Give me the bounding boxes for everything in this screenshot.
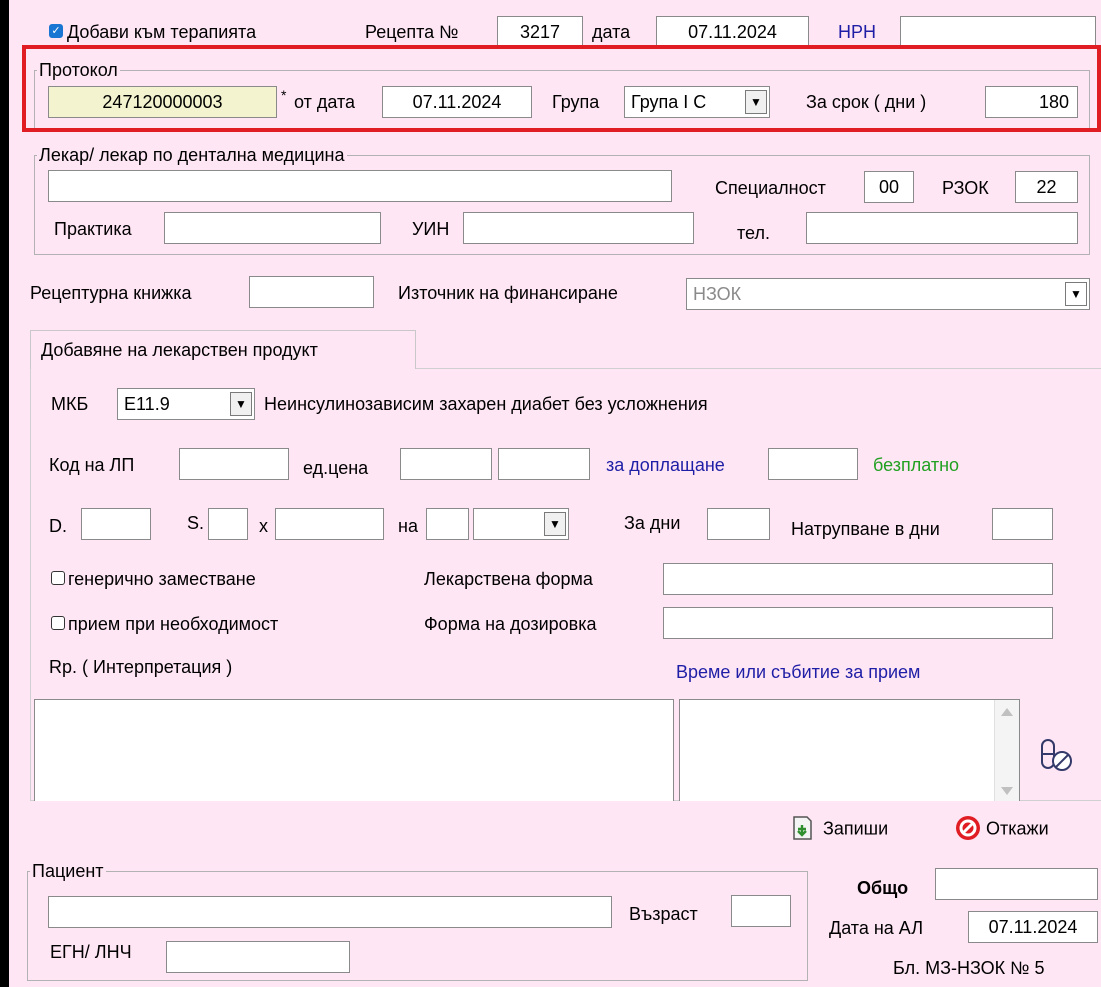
unit-price-label: ед.цена: [303, 458, 369, 478]
date-label: дата: [592, 22, 631, 42]
cancel-button[interactable]: Откажи: [954, 814, 1049, 842]
drug-form-field[interactable]: [663, 563, 1053, 595]
free-label: безплатно: [873, 455, 960, 475]
egn-field[interactable]: [166, 941, 350, 973]
scrollbar[interactable]: [994, 700, 1019, 801]
d-field[interactable]: [81, 508, 151, 540]
scroll-up-icon[interactable]: [1001, 708, 1013, 716]
per-label: на: [398, 516, 418, 536]
tab-add-product[interactable]: Добавяне на лекарствен продукт: [30, 330, 416, 369]
add-to-therapy-checkbox[interactable]: ✓: [49, 24, 63, 38]
unit-price-field[interactable]: [400, 448, 492, 480]
mkb-select[interactable]: E11.9 ▼: [117, 388, 255, 420]
age-field[interactable]: [731, 895, 791, 927]
practice-label: Практика: [54, 219, 132, 239]
accumulation-field[interactable]: [992, 508, 1053, 540]
al-date-field[interactable]: 07.11.2024: [968, 911, 1098, 943]
interpretation-textarea[interactable]: [34, 699, 674, 801]
accumulation-label: Натрупване в дни: [791, 519, 940, 539]
add-to-therapy-label: Добави към терапията: [67, 22, 257, 42]
s-field[interactable]: [208, 508, 248, 540]
specialty-field[interactable]: 00: [864, 171, 914, 203]
generic-substitution-checkbox[interactable]: [51, 571, 65, 585]
phone-label: тел.: [737, 223, 770, 243]
chevron-down-icon[interactable]: ▼: [230, 392, 252, 416]
doctor-name-field[interactable]: [48, 170, 672, 202]
product-code-field[interactable]: [179, 448, 289, 480]
cancel-label: Откажи: [986, 818, 1049, 839]
funding-label: Източник на финансиране: [398, 283, 618, 303]
x-field[interactable]: [275, 508, 384, 540]
scroll-down-icon[interactable]: [1001, 787, 1013, 795]
patient-legend: Пациент: [32, 861, 104, 881]
x-label: x: [259, 516, 268, 536]
mkb-description: Неинсулинозависим захарен диабет без усл…: [264, 394, 708, 414]
age-label: Възраст: [629, 904, 698, 924]
mkb-code: E11.9: [124, 394, 170, 414]
specialty-label: Специалност: [715, 178, 826, 198]
dosage-form-field[interactable]: [663, 607, 1053, 639]
as-needed-checkbox[interactable]: [51, 616, 65, 630]
s-label: S.: [187, 513, 205, 533]
funding-value: НЗОК: [693, 284, 742, 304]
uin-field[interactable]: [463, 212, 694, 244]
pill-cancel-icon[interactable]: [1038, 737, 1074, 773]
cancel-icon: [954, 814, 982, 842]
days-field[interactable]: [707, 508, 770, 540]
chevron-down-icon[interactable]: ▼: [544, 512, 566, 536]
per-field[interactable]: [426, 508, 469, 540]
as-needed-label: прием при необходимост: [68, 614, 279, 634]
form-number-label: Бл. МЗ-НЗОК № 5: [893, 958, 1045, 978]
highlight-box: [22, 45, 1101, 132]
chevron-down-icon[interactable]: ▼: [1065, 282, 1087, 306]
prescription-no-field[interactable]: 3217: [497, 16, 583, 48]
patient-name-field[interactable]: [48, 896, 612, 928]
window-left-edge: [0, 0, 9, 987]
uin-label: УИН: [412, 219, 450, 239]
per-unit-select[interactable]: ▼: [473, 508, 569, 540]
nrn-field[interactable]: [900, 16, 1096, 48]
nrn-label: НРН: [838, 22, 877, 42]
egn-label: ЕГН/ ЛНЧ: [50, 942, 132, 962]
total-label: Общо: [857, 878, 909, 898]
dosage-form-label: Форма на дозировка: [424, 614, 597, 634]
rp-label: Rp. ( Интерпретация ): [49, 657, 233, 677]
drug-form-label: Лекарствена форма: [424, 569, 593, 589]
total-field[interactable]: [935, 868, 1098, 900]
doctor-legend: Лекар/ лекар по дентална медицина: [39, 145, 345, 165]
save-button[interactable]: Запиши: [789, 814, 888, 841]
phone-field[interactable]: [806, 212, 1078, 244]
product-code-label: Код на ЛП: [49, 455, 135, 475]
days-label: За дни: [624, 513, 681, 533]
prescription-book-field[interactable]: [249, 276, 374, 308]
generic-substitution-label: генерично заместване: [68, 569, 256, 589]
rzok-label: РЗОК: [942, 178, 989, 198]
funding-select[interactable]: НЗОК ▼: [686, 278, 1090, 310]
mkb-label: МКБ: [51, 394, 89, 414]
al-date-label: Дата на АЛ: [829, 918, 924, 938]
rzok-field[interactable]: 22: [1015, 171, 1078, 203]
unit-price-field-2[interactable]: [498, 448, 590, 480]
d-label: D.: [49, 516, 67, 536]
prescription-book-label: Рецептурна книжка: [30, 283, 192, 303]
prescription-no-label: Рецепта №: [365, 22, 459, 42]
date-field[interactable]: 07.11.2024: [656, 16, 809, 48]
time-event-label: Време или събитие за прием: [676, 662, 921, 682]
save-label: Запиши: [823, 818, 889, 839]
copay-field[interactable]: [768, 448, 858, 480]
practice-field[interactable]: [164, 212, 381, 244]
copay-label: за доплащане: [606, 455, 725, 475]
time-event-textarea[interactable]: [679, 699, 1020, 801]
save-icon: [789, 815, 815, 841]
